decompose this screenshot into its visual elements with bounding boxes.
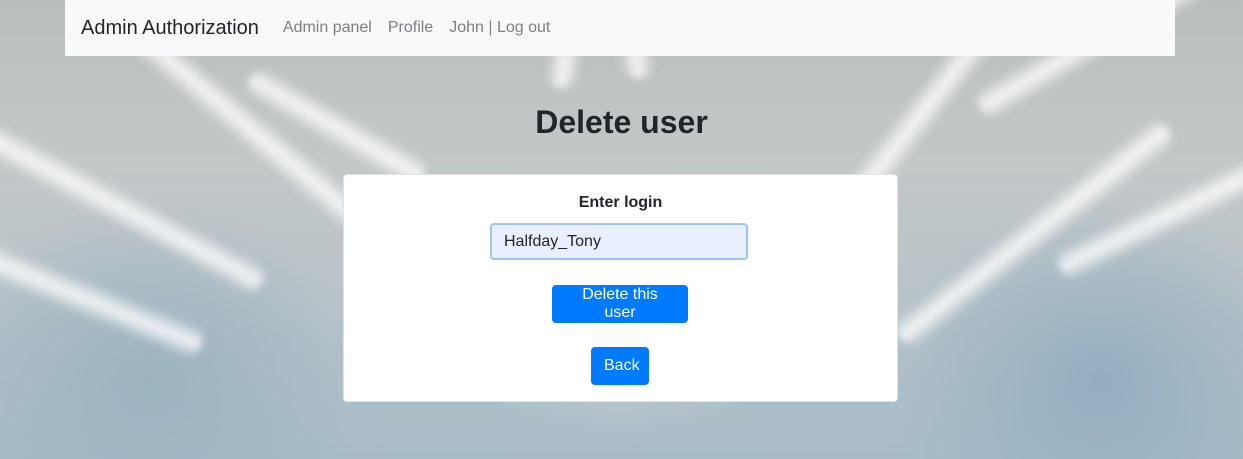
nav-link-profile[interactable]: Profile xyxy=(388,19,433,37)
nav-link-logout[interactable]: John | Log out xyxy=(449,19,550,37)
delete-user-card: Enter login Delete this user Back xyxy=(343,174,898,402)
nav-link-admin-panel[interactable]: Admin panel xyxy=(283,19,372,37)
back-button[interactable]: Back xyxy=(591,347,649,385)
navbar: Admin Authorization Admin panel Profile … xyxy=(65,0,1175,56)
navbar-brand[interactable]: Admin Authorization xyxy=(81,17,259,40)
page-title: Delete user xyxy=(535,104,708,140)
delete-user-button[interactable]: Delete this user xyxy=(552,285,688,323)
login-input[interactable] xyxy=(490,223,748,260)
login-label: Enter login xyxy=(578,194,663,211)
